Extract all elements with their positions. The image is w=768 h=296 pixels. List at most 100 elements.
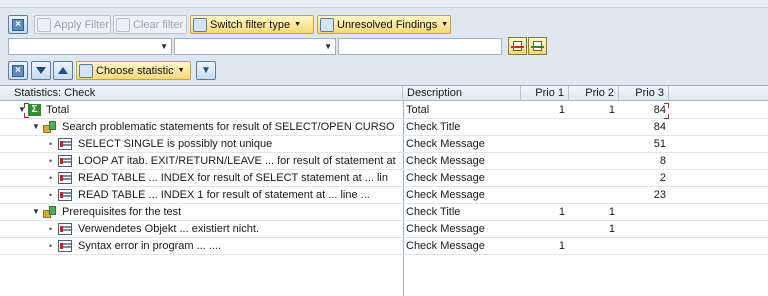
row-description: Check Message: [403, 238, 521, 254]
row-prio2: 1: [608, 223, 615, 235]
row-label: SELECT SINGLE is possibly not unique: [78, 138, 273, 150]
funnel-icon: [320, 17, 334, 32]
collapse-all-button[interactable]: [53, 61, 73, 80]
row-prio1: 1: [558, 206, 565, 218]
row-prio2: 1: [608, 206, 615, 218]
dropdown-caret-icon: ▼: [177, 67, 185, 74]
expand-icon: [36, 67, 46, 74]
row-prio3: [619, 221, 669, 237]
dropdown-caret-icon: ▼: [294, 21, 302, 28]
row-prio3: 51: [653, 138, 666, 150]
remove-filter-button[interactable]: [508, 37, 527, 55]
close-statistic-button[interactable]: ×: [8, 61, 28, 80]
row-prio1: [521, 170, 569, 186]
table-row-check-message[interactable]: • LOOP AT itab. EXIT/RETURN/LEAVE ... fo…: [0, 153, 768, 170]
error-message-icon: [58, 138, 72, 150]
apply-filter-icon: [37, 17, 51, 32]
filter-toolbar: × Apply Filter Clear filter Switch filte…: [0, 10, 768, 36]
table-row-check-message[interactable]: • READ TABLE ... INDEX 1 for result of s…: [0, 187, 768, 204]
row-description: Check Title: [403, 204, 521, 220]
clear-filter-button[interactable]: Clear filter: [113, 15, 187, 34]
error-message-icon: [58, 240, 72, 252]
table-row-check-message[interactable]: • READ TABLE ... INDEX for result of SEL…: [0, 170, 768, 187]
column-header-prio1[interactable]: Prio 1: [521, 86, 569, 101]
row-prio2: [569, 136, 619, 152]
error-message-icon: [58, 172, 72, 184]
row-label: READ TABLE ... INDEX 1 for result of sta…: [78, 189, 370, 201]
statistic-toolbar: × Choose statistic ▼ ▼: [0, 58, 768, 84]
expand-toggle-icon[interactable]: ▼: [32, 204, 40, 220]
row-description: Total: [403, 102, 521, 118]
filter-field-2-dropdown[interactable]: ▼: [174, 38, 336, 55]
apply-filter-button[interactable]: Apply Filter: [34, 15, 111, 34]
row-prio1: [521, 153, 569, 169]
filter-field-1-dropdown[interactable]: ▼: [8, 38, 172, 55]
table-row-total[interactable]: ▼ Σ Total Total 1 1 84: [0, 102, 768, 119]
row-prio2: [569, 238, 619, 254]
selection-marker: [664, 114, 669, 119]
expand-all-button[interactable]: [31, 61, 51, 80]
table-row-check-message[interactable]: • SELECT SINGLE is possibly not unique C…: [0, 136, 768, 153]
row-prio3: [619, 204, 669, 220]
dropdown-caret-icon: ▼: [441, 21, 449, 28]
row-prio1: [521, 187, 569, 203]
chevron-down-icon: ▼: [324, 42, 332, 51]
table-row-check-title[interactable]: ▼ Prerequisites for the test Check Title…: [0, 204, 768, 221]
row-prio3: 84: [653, 121, 666, 133]
choose-statistic-button[interactable]: Choose statistic ▼: [76, 61, 191, 80]
funnel-icon: ▼: [201, 65, 211, 76]
row-prio2: [569, 187, 619, 203]
check-folder-icon: [43, 206, 57, 218]
collapse-filter-button[interactable]: ×: [8, 15, 28, 34]
selection-marker: [664, 103, 669, 108]
sum-icon: Σ: [28, 104, 41, 116]
error-message-icon: [58, 223, 72, 235]
table-row-check-message[interactable]: • Verwendetes Objekt ... existiert nicht…: [0, 221, 768, 238]
row-prio3: 8: [659, 155, 666, 167]
clear-filter-icon: [116, 17, 130, 32]
column-header-prio2[interactable]: Prio 2: [569, 86, 619, 101]
row-description: Check Message: [403, 153, 521, 169]
row-prio3: 23: [653, 189, 666, 201]
row-prio1: 1: [558, 104, 565, 116]
row-prio1: [521, 221, 569, 237]
column-header-check[interactable]: Statistics: Check: [0, 86, 403, 101]
row-prio3: 2: [659, 172, 666, 184]
error-message-icon: [58, 155, 72, 167]
row-prio2: [569, 119, 619, 135]
row-label: Syntax error in program ... ....: [78, 240, 222, 252]
check-folder-icon: [43, 121, 57, 133]
row-description: Check Title: [403, 119, 521, 135]
table-row-check-message[interactable]: • Syntax error in program ... .... Check…: [0, 238, 768, 255]
row-prio1: 1: [558, 240, 565, 252]
add-filter-button[interactable]: [528, 37, 547, 55]
column-header-prio3[interactable]: Prio 3: [619, 86, 669, 101]
row-prio2: [569, 170, 619, 186]
selection-marker: [24, 113, 29, 118]
expand-toggle-icon[interactable]: ▼: [32, 119, 40, 135]
row-prio1: [521, 119, 569, 135]
statistics-tree-table: Statistics: Check Description Prio 1 Pri…: [0, 85, 768, 296]
row-prio3: [619, 238, 669, 254]
close-icon: ×: [12, 18, 24, 31]
row-prio2: 1: [608, 104, 615, 116]
row-prio1: [521, 136, 569, 152]
row-label: Verwendetes Objekt ... existiert nicht.: [78, 223, 259, 235]
switch-filter-type-button[interactable]: Switch filter type ▼: [190, 15, 314, 34]
row-label: Prerequisites for the test: [62, 206, 182, 218]
row-label: Search problematic statements for result…: [62, 121, 395, 133]
filter-button[interactable]: ▼: [196, 61, 216, 80]
row-label: Total: [46, 104, 70, 116]
row-label: READ TABLE ... INDEX for result of SELEC…: [78, 172, 388, 184]
table-row-check-title[interactable]: ▼ Search problematic statements for resu…: [0, 119, 768, 136]
row-description: Check Message: [403, 221, 521, 237]
row-description: Check Message: [403, 187, 521, 203]
filter-inputs-row: ▼ ▼: [0, 37, 768, 57]
filter-value-input[interactable]: [338, 38, 502, 55]
row-prio2: [569, 153, 619, 169]
close-icon: ×: [12, 64, 24, 77]
column-header-description[interactable]: Description: [403, 86, 521, 101]
unresolved-findings-button[interactable]: Unresolved Findings ▼: [317, 15, 451, 34]
selection-marker: [24, 103, 29, 108]
top-strip: [0, 0, 768, 8]
